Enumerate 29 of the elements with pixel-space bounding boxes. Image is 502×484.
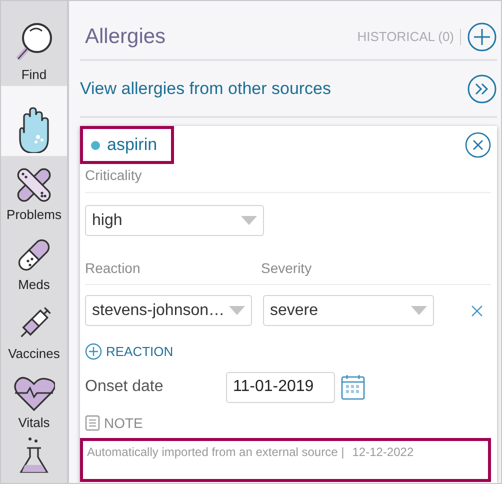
heart-icon <box>13 375 55 413</box>
field-label: Criticality <box>85 167 142 183</box>
field-label: Severity <box>261 259 312 278</box>
add-reaction-button[interactable]: REACTION <box>85 342 174 362</box>
other-sources-link[interactable]: View allergies from other sources <box>80 76 332 102</box>
field-label: Onset date <box>85 377 164 397</box>
onset-date-field[interactable]: 11-01-2019 <box>226 372 335 402</box>
add-icon[interactable] <box>467 22 497 52</box>
import-date: 12-12-2022 <box>352 444 414 460</box>
allergen-name: aspirin <box>107 134 158 156</box>
criticality-dropdown[interactable]: high <box>85 205 264 236</box>
flask-icon <box>17 436 51 474</box>
note-label: NOTE <box>104 414 143 432</box>
page-title: Allergies <box>85 24 166 50</box>
calendar-icon[interactable] <box>341 374 365 400</box>
field-label: Reaction <box>85 259 142 278</box>
plus-icon <box>85 343 102 360</box>
reaction-dropdown[interactable]: stevens-johnson… <box>85 295 252 326</box>
forward-icon[interactable] <box>467 74 497 104</box>
close-icon[interactable] <box>465 132 491 158</box>
import-note: Automatically imported from an external source | <box>87 444 344 460</box>
note-icon <box>85 415 100 431</box>
hand-icon <box>16 105 52 153</box>
caret-icon <box>241 216 257 225</box>
remove-icon[interactable] <box>471 304 483 316</box>
severity-dropdown[interactable]: severe <box>263 295 434 326</box>
caret-icon <box>411 306 427 315</box>
caret-icon <box>229 306 245 315</box>
nav-item[interactable] <box>1 86 67 156</box>
